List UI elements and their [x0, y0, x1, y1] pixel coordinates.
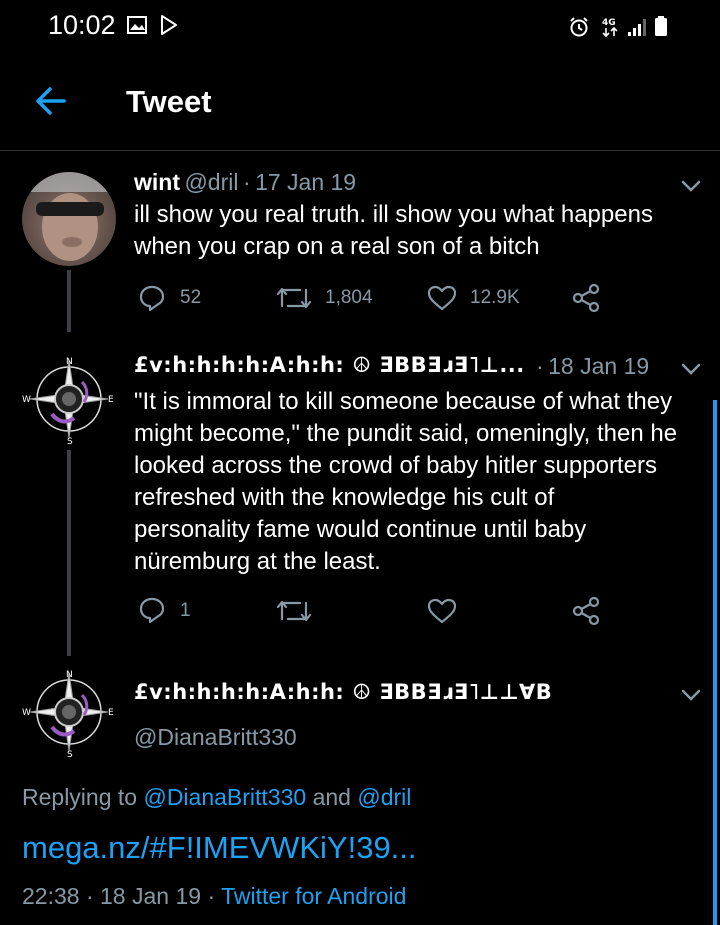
- play-store-icon: [161, 15, 177, 35]
- scrollbar[interactable]: [713, 400, 717, 925]
- svg-text:W: W: [22, 708, 31, 718]
- back-arrow-icon[interactable]: [34, 86, 68, 116]
- tweet2-header: £v:h:h:h:h:A:h:h: ☮ ƎBBƎɹƎ˥⊥...: [134, 353, 525, 377]
- tweet-text-line: ill show you real truth. ill show you wh…: [134, 201, 653, 228]
- tweet-text-line: looked across the crowd of baby hitler s…: [134, 452, 657, 479]
- tweet-time: 22:38: [22, 883, 80, 909]
- tweet-text-line: "It is immoral to kill someone because o…: [134, 388, 673, 415]
- compass-rose-icon: N S W E: [22, 357, 114, 446]
- svg-text:N: N: [66, 670, 73, 680]
- mention-link[interactable]: @DianaBritt330: [143, 784, 306, 810]
- author-name[interactable]: £v:h:h:h:h:A:h:h: ☮ ƎBBƎɹƎ˥⊥...: [134, 353, 525, 377]
- main-tweet-author: £v:h:h:h:h:A:h:h: ☮ ƎBBƎɹƎ˥⊥⊥∀B: [134, 680, 552, 704]
- signal-icon: [628, 19, 646, 36]
- retweet-icon[interactable]: [276, 284, 312, 312]
- tweet-text-line: when you crap on a real son of a bitch: [134, 233, 540, 260]
- author-handle[interactable]: @DianaBritt330: [134, 724, 297, 751]
- avatar-compass[interactable]: N S W E: [22, 352, 116, 446]
- share-icon[interactable]: [572, 283, 602, 313]
- tweet-text-line: nüremburg at the least.: [134, 548, 381, 575]
- author-handle[interactable]: @dril: [184, 169, 238, 195]
- alarm-icon: [570, 17, 588, 37]
- tweet-text-line: refreshed with the knowledge his cult of: [134, 484, 555, 511]
- reply-icon[interactable]: [137, 283, 167, 313]
- tweet1-text: ill show you real truth. ill show you wh…: [134, 199, 653, 263]
- like-heart-icon[interactable]: [426, 597, 458, 625]
- svg-text:S: S: [67, 750, 73, 759]
- reply-count: 1: [180, 600, 191, 621]
- like-heart-icon[interactable]: [426, 284, 458, 312]
- tweet-url-link[interactable]: mega.nz/#F!IMEVWKiY!39...: [22, 830, 417, 866]
- thread-line: [67, 270, 71, 332]
- tweet-text-line: might become," the pundit said, omeningl…: [134, 420, 678, 447]
- page-title: Tweet: [126, 84, 212, 119]
- svg-text:E: E: [108, 395, 114, 405]
- svg-text:E: E: [108, 708, 114, 718]
- avatar-face-icon: [22, 172, 116, 261]
- svg-text:4G: 4G: [602, 18, 616, 28]
- replying-to: Replying to @DianaBritt330 and @dril: [22, 784, 411, 811]
- compass-rose-icon: N S W E: [22, 670, 114, 759]
- chevron-down-icon[interactable]: [680, 688, 702, 702]
- share-icon[interactable]: [572, 596, 602, 626]
- tweet2-text: "It is immoral to kill someone because o…: [134, 386, 677, 578]
- chevron-down-icon[interactable]: [680, 179, 702, 193]
- battery-icon: [655, 16, 667, 36]
- replying-prefix: Replying to: [22, 784, 138, 810]
- reply-count: 52: [180, 287, 202, 308]
- author-name[interactable]: £v:h:h:h:h:A:h:h: ☮ ƎBBƎɹƎ˥⊥⊥∀B: [134, 680, 552, 704]
- network-4g-icon: 4G: [602, 18, 618, 38]
- avatar-compass[interactable]: N S W E: [22, 665, 116, 759]
- meta-separator: ·: [536, 353, 544, 379]
- svg-text:N: N: [66, 357, 73, 367]
- reply-icon[interactable]: [137, 595, 167, 625]
- retweet-icon[interactable]: [276, 597, 312, 625]
- chevron-down-icon[interactable]: [680, 362, 702, 376]
- retweet-count: 1,804: [325, 287, 373, 308]
- thread-line: [67, 450, 71, 656]
- client-link[interactable]: Twitter for Android: [221, 883, 406, 909]
- replying-and: and: [312, 784, 351, 810]
- gallery-icon: [127, 16, 147, 34]
- svg-text:W: W: [22, 395, 31, 405]
- svg-text:S: S: [67, 437, 73, 446]
- author-name[interactable]: wint: [134, 169, 180, 195]
- tweet2-meta: · 18 Jan 19: [536, 353, 649, 380]
- tweet1-header: wint @dril · 17 Jan 19: [134, 169, 356, 196]
- header-divider: [0, 150, 720, 151]
- mention-link[interactable]: @dril: [357, 784, 411, 810]
- status-time: 10:02: [48, 10, 116, 40]
- tweet-date: 18 Jan 19: [548, 353, 650, 379]
- tweet-date: 18 Jan 19: [100, 883, 202, 909]
- tweet-timestamp: 22:38 · 18 Jan 19 · Twitter for Android: [22, 883, 406, 910]
- meta-separator: ·: [242, 169, 251, 195]
- like-count: 12.9K: [470, 287, 520, 308]
- meta-separator: ·: [85, 883, 94, 909]
- avatar-wint[interactable]: [22, 172, 116, 266]
- tweet-text-line: personality fame would continue until ba…: [134, 516, 587, 543]
- tweet-date: 17 Jan 19: [255, 169, 357, 195]
- meta-separator: ·: [207, 883, 216, 909]
